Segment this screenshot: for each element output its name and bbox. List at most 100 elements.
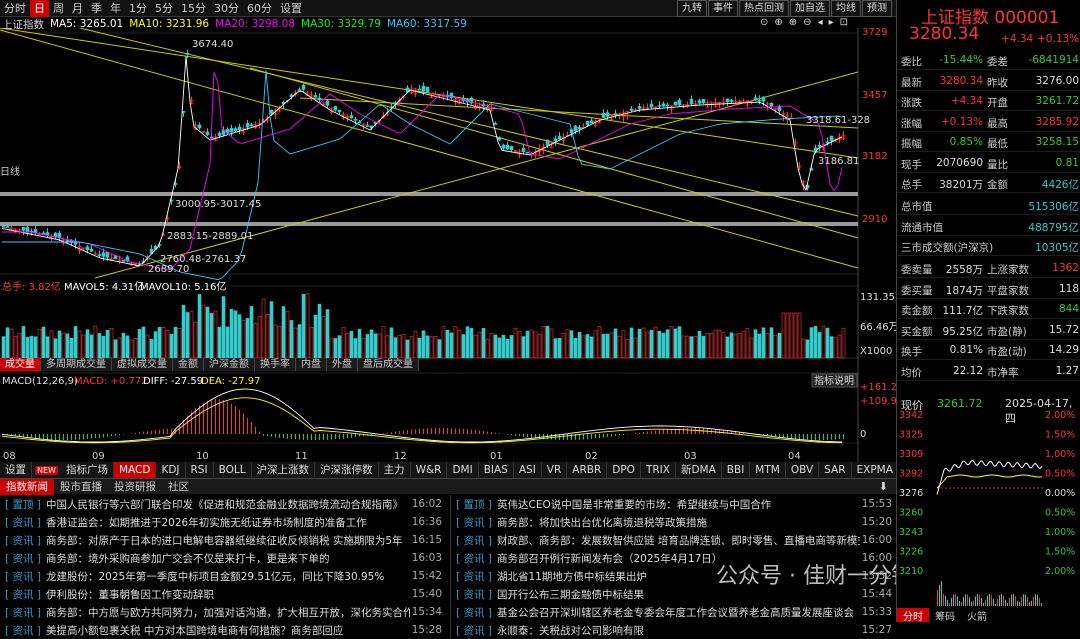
toolbar-button-1[interactable]: 事件	[708, 0, 738, 17]
right-arrow-icon[interactable]: ▸	[829, 17, 834, 28]
news-right-item[interactable]: [ 资讯 ] 财政部、商务部：发展数智供应链 培育品牌连锁、即时零售、直播电商等新…	[451, 531, 896, 549]
restore-icon[interactable]: ⊡	[840, 17, 848, 28]
volume-subtab-5[interactable]: 换手率	[255, 358, 296, 371]
quote-label: 振幅	[901, 138, 922, 150]
period-tab-3[interactable]: 月	[68, 0, 87, 17]
period-tab-10[interactable]: 60分	[243, 0, 276, 17]
news-title: 财政部、商务部：发展数智供应链 培育品牌连锁、即时零售、直播电商等新模式	[497, 534, 860, 547]
indicator-tab-8[interactable]: 主力	[379, 462, 411, 478]
news-right-item[interactable]: [ 置顶 ] 英伟达CEO说中国是非常重要的市场：希望继续与中国合作 15:53	[451, 495, 896, 513]
news-right-item[interactable]: [ 资讯 ] 商务部：将加快出台优化离境退税等政策措施 15:20	[451, 513, 896, 531]
quote-value-2: -6841914	[1028, 54, 1079, 66]
indicator-tab-13[interactable]: VR	[542, 462, 568, 478]
period-tab-2[interactable]: 周	[49, 0, 68, 17]
mini-pct-tick: 2.00%	[1045, 410, 1075, 421]
period-tab-5[interactable]: 年	[106, 0, 125, 17]
news-left-item[interactable]: [ 资讯 ] 商务部：中方愿与欧方共同努力，加强对话沟通，扩大相互开放，深化务实合…	[0, 603, 446, 621]
news-left-item[interactable]: [ 资讯 ] 伊利股份：董事朝鲁因工作变动辞职 15:40	[0, 585, 446, 603]
period-tab-1[interactable]: 日	[30, 0, 49, 17]
mini-tab-2[interactable]: 火箭	[961, 608, 993, 623]
download-icon[interactable]: ⬇	[879, 480, 888, 493]
period-tab-7[interactable]: 5分	[151, 0, 177, 17]
indicator-tab-19[interactable]: MTM	[750, 462, 786, 478]
indicator-tab-22[interactable]: EXPMA	[852, 462, 899, 478]
quote-label: 涨幅	[901, 117, 922, 130]
indicator-tab-3[interactable]: KDJ	[156, 462, 186, 478]
news-left-item[interactable]: [ 资讯 ] 香港证监会：如期推进于2026年初实施无纸证券市场制度的准备工作 16…	[0, 513, 446, 531]
zoom-out-icon[interactable]: ⊖	[803, 17, 811, 28]
news-type: [ 资讯 ]	[456, 606, 492, 619]
news-tab-community[interactable]: 社区	[162, 479, 195, 495]
indicator-tab-9[interactable]: W&R	[411, 462, 448, 478]
zoom-in-icon[interactable]: ⊕	[789, 17, 797, 28]
volume-subtab-6[interactable]: 内盘	[296, 358, 327, 371]
toolbar-button-5[interactable]: 预测	[862, 0, 892, 17]
news-left-item[interactable]: [ 资讯 ] 商务部：对原产于日本的进口电解电容器纸继续征收反倾销税 实施期限为5…	[0, 531, 446, 549]
toolbar-button-2[interactable]: 热点回测	[739, 0, 789, 17]
indicator-tab-2[interactable]: MACD	[113, 462, 157, 478]
quote-label: 换手	[901, 346, 922, 358]
kline-chart[interactable]: 3729 3457 3182 2910 日线 3674.40 2689.70 3…	[0, 28, 896, 462]
news-left-item[interactable]: [ 资讯 ] 美提高小额包裹关税 中方对本国跨境电商有何措施？商务部回应 15:28	[0, 621, 446, 639]
low-annotation: 2689.70	[148, 264, 189, 275]
mini-pct-tick: 0.00%	[1045, 488, 1075, 499]
news-tab-research[interactable]: 投资研报	[108, 479, 162, 495]
indicator-tab-11[interactable]: BIAS	[479, 462, 514, 478]
news-time: 16:03	[411, 552, 442, 564]
indicator-tab-17[interactable]: 新DMA	[676, 462, 722, 478]
quote-label: 流通市值	[901, 221, 943, 234]
indicator-tab-14[interactable]: ARBR	[567, 462, 608, 478]
indicator-tab-20[interactable]: OBV	[786, 462, 820, 478]
diff-value: DIFF: -27.59	[143, 376, 203, 387]
indicator-tab-7[interactable]: 沪深涨停数	[315, 462, 379, 478]
volume-subtab-8[interactable]: 盘后成交量	[358, 358, 419, 371]
news-left-item[interactable]: [ 置顶 ] 中国人民银行等六部门联合印发《促进和规范金融业数据跨境流动合规指南》…	[0, 495, 446, 513]
news-right-item[interactable]: [ 资讯 ] 基金公会召开深圳辖区养老金专委会年度工作会议暨养老金高质量发展座谈会…	[451, 603, 896, 621]
quote-row: 卖金额 111.7亿 下跌家数 844	[897, 299, 1080, 319]
indicator-tab-16[interactable]: TRIX	[641, 462, 676, 478]
period-tab-6[interactable]: 1分	[125, 0, 151, 17]
toolbar-button-4[interactable]: 均线	[831, 0, 861, 17]
news-left-item[interactable]: [ 资讯 ] 商务部：境外采购商参加广交会不仅是来打卡，更是来下单的 16:03	[0, 549, 446, 567]
intraday-mini-chart[interactable]: 3342 3325 3309 3292 3276 3260 3243 3226 3210 2.00…	[897, 410, 1080, 608]
left-arrow-icon[interactable]: ◂	[818, 17, 823, 28]
toolbar-button-3[interactable]: 加自选	[790, 0, 830, 17]
news-left-item[interactable]: [ 资讯 ] 龙建股份：2025年第一季度中标项目金额29.51亿元，同比下降30…	[0, 567, 446, 585]
quote-row: 买金额 95.25亿 市盈(静) 15.72	[897, 320, 1080, 340]
news-tab-index[interactable]: 指数新闻	[0, 478, 54, 495]
mini-tab-1[interactable]: 筹码	[929, 608, 961, 623]
volume-subtab-0[interactable]: 成交量	[0, 358, 41, 371]
period-tab-8[interactable]: 15分	[177, 0, 210, 17]
news-right-item[interactable]: [ 资讯 ] 永顺泰：关税战对公司影响有限 15:27	[451, 621, 896, 639]
indicator-tab-6[interactable]: 沪深上涨数	[252, 462, 316, 478]
toolbar-button-0[interactable]: 九转	[677, 0, 707, 17]
indicator-tab-5[interactable]: BOLL	[214, 462, 252, 478]
volume-subtab-3[interactable]: 金额	[173, 358, 204, 371]
indicator-tab-0[interactable]: 设置	[0, 462, 32, 478]
quote-label-2: 市净率	[987, 366, 1019, 379]
period-tab-0[interactable]: 分时	[0, 0, 30, 17]
quote-row: 现手 2070690 量比 0.81	[897, 153, 1080, 173]
period-tab-4[interactable]: 季	[87, 0, 106, 17]
price-tick-2: 3457	[862, 90, 887, 101]
mini-tab-0[interactable]: 分时	[897, 608, 929, 623]
compare-icon[interactable]: ⊕	[774, 17, 782, 28]
lock-icon[interactable]: ⊙	[760, 17, 768, 28]
volume-subtab-4[interactable]: 沪深金额	[204, 358, 255, 371]
indicator-tab-15[interactable]: DPO	[607, 462, 641, 478]
indicator-tab-12[interactable]: ASI	[514, 462, 542, 478]
news-type: [ 资讯 ]	[5, 570, 41, 583]
volume-subtab-1[interactable]: 多周期成交量	[41, 358, 112, 371]
indicator-tab-1[interactable]: 指标广场	[61, 462, 114, 478]
period-tab-9[interactable]: 30分	[210, 0, 243, 17]
indicator-tab-4[interactable]: RSI	[186, 462, 214, 478]
news-tab-live[interactable]: 股市直播	[54, 479, 108, 495]
indicator-tab-10[interactable]: DMI	[447, 462, 479, 478]
volume-subtab-2[interactable]: 虚拟成交量	[112, 358, 173, 371]
volume-subtab-7[interactable]: 外盘	[327, 358, 358, 371]
indicator-tab-18[interactable]: BBI	[722, 462, 751, 478]
period-tab-11[interactable]: 设置	[276, 0, 306, 17]
news-time: 15:40	[411, 588, 442, 600]
quote-row: 均价 22.12 市净率 1.27	[897, 361, 1080, 381]
indicator-tab-21[interactable]: SAR	[819, 462, 852, 478]
